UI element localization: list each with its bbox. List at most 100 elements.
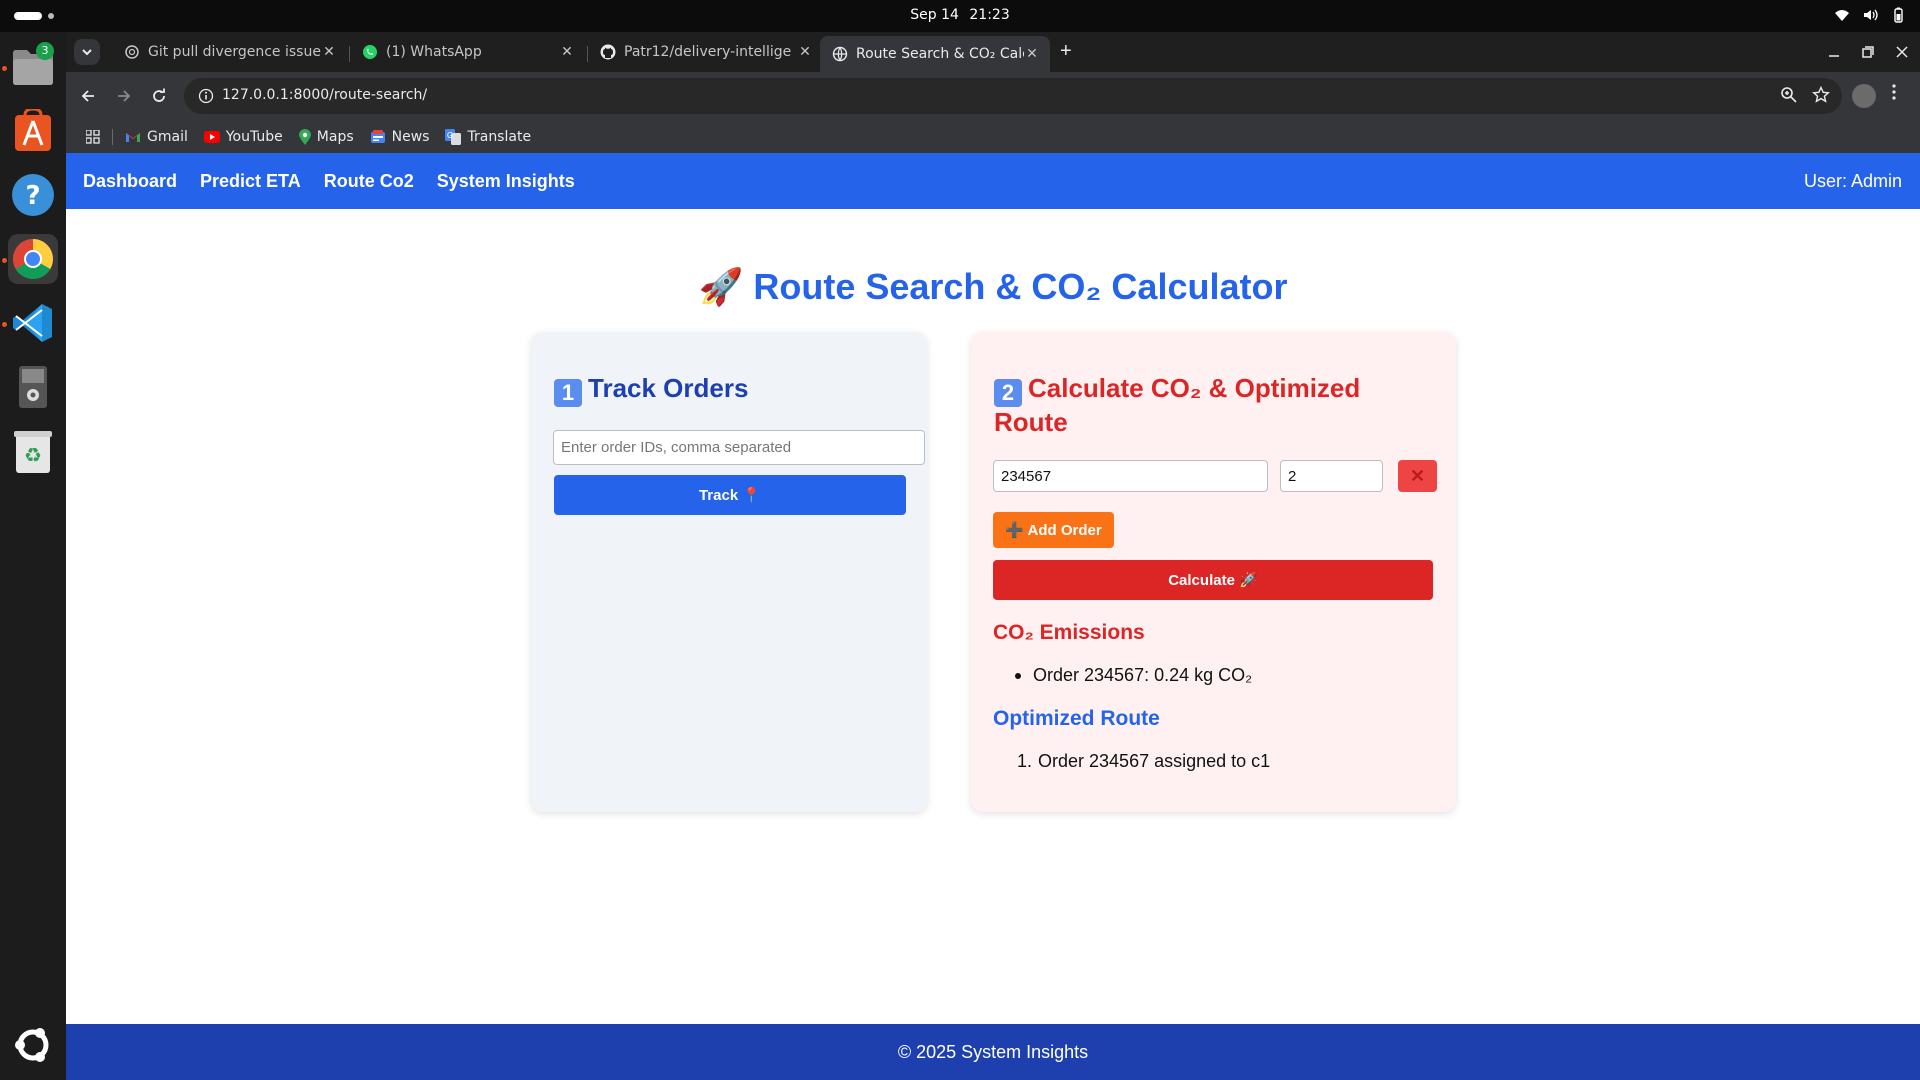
profile-avatar[interactable] [1852, 84, 1876, 108]
system-tray[interactable] [1834, 7, 1906, 23]
nav-link-route-co2[interactable]: Route Co2 [324, 171, 414, 192]
calculate-button[interactable]: Calculate 🚀 [993, 560, 1433, 600]
help-icon[interactable]: ? [8, 170, 58, 220]
order-ids-input[interactable]: Enter order IDs, comma separated [553, 430, 925, 465]
translate-icon: G [445, 128, 462, 145]
co2-emissions-heading: CO₂ Emissions [993, 621, 1145, 644]
route-step-text: Order 234567 assigned to c1 [1038, 751, 1271, 771]
tab-search-button[interactable] [74, 39, 100, 65]
tab-git-pull[interactable]: Git pull divergence issue ✕ [112, 36, 347, 68]
close-icon[interactable]: ✕ [559, 44, 575, 60]
calculate-title: Calculate CO₂ & Optimized Route [994, 373, 1361, 437]
bookmark-label: Gmail [147, 128, 188, 145]
site-info-icon[interactable] [198, 88, 214, 104]
add-order-button[interactable]: ➕ Add Order [993, 512, 1114, 548]
emission-text: Order 234567: 0.24 kg CO₂ [1033, 665, 1253, 685]
bookmark-label: YouTube [225, 128, 283, 145]
clock-time: 21:23 [969, 7, 1010, 23]
trash-icon[interactable]: ♻ [8, 426, 58, 476]
reload-button[interactable] [147, 84, 171, 108]
bookmark-separator [112, 128, 113, 145]
battery-icon [1894, 7, 1903, 23]
chevron-down-icon [82, 49, 92, 56]
nav-link-predict-eta[interactable]: Predict ETA [200, 171, 301, 192]
bookmark-youtube[interactable]: YouTube [196, 124, 291, 150]
calculate-co2-card: 2 Calculate CO₂ & Optimized Route 234567 … [971, 332, 1456, 812]
remove-order-button[interactable]: ✕ [1398, 460, 1437, 492]
clock-date: Sep 14 [910, 7, 959, 23]
drive-icon[interactable] [8, 362, 58, 412]
page-footer: © 2025 System Insights [66, 1024, 1920, 1080]
wifi-icon [1835, 10, 1849, 21]
emission-item: Order 234567: 0.24 kg CO₂ [1015, 665, 1252, 686]
app-center-icon[interactable] [8, 106, 58, 156]
page-content: Dashboard Predict ETA Route Co2 System I… [66, 153, 1920, 1080]
number-two-icon: 2 [994, 379, 1022, 407]
app-navbar: Dashboard Predict ETA Route Co2 System I… [66, 153, 1920, 209]
bookmark-label: Maps [316, 128, 354, 145]
chrome-icon[interactable] [8, 234, 58, 284]
zoom-icon[interactable] [1780, 86, 1798, 104]
bookmark-star-icon[interactable] [1812, 86, 1830, 104]
route-step-number: 1. [1017, 751, 1033, 771]
url-text: 127.0.0.1:8000/route-search/ [222, 87, 428, 103]
close-icon[interactable]: ✕ [321, 44, 337, 60]
tab-github[interactable]: Patr12/delivery-intellige ✕ [588, 36, 823, 68]
nav-link-system-insights[interactable]: System Insights [437, 171, 575, 192]
new-tab-button[interactable]: + [1060, 40, 1072, 63]
svg-text:G: G [447, 131, 453, 140]
arrow-right-icon [118, 90, 131, 102]
globe-icon [832, 46, 848, 62]
show-apps-icon[interactable] [8, 1020, 58, 1070]
bookmark-maps[interactable]: Maps [291, 124, 362, 150]
running-indicator [2, 258, 7, 263]
close-icon[interactable]: ✕ [797, 44, 813, 60]
forward-button[interactable] [112, 84, 136, 108]
tab-title: (1) WhatsApp [386, 44, 482, 60]
apps-button[interactable] [78, 124, 108, 150]
order-id-field[interactable]: 234567 [993, 460, 1268, 492]
files-icon[interactable]: 3 [8, 42, 58, 92]
minimize-icon[interactable] [1828, 46, 1840, 58]
bookmarks-bar: Gmail YouTube Maps News G Translate [66, 120, 1920, 153]
bookmark-translate[interactable]: G Translate [437, 124, 539, 150]
tab-route-search[interactable]: Route Search & CO₂ Calc ✕ [820, 36, 1050, 72]
tab-title: Route Search & CO₂ Calc [856, 46, 1024, 62]
news-icon [370, 129, 385, 143]
whatsapp-icon [363, 45, 377, 59]
address-bar[interactable]: 127.0.0.1:8000/route-search/ [184, 78, 1842, 114]
svg-text:♻: ♻ [24, 443, 42, 467]
browser-window: Git pull divergence issue ✕ (1) WhatsApp… [66, 32, 1920, 153]
tab-whatsapp[interactable]: (1) WhatsApp ✕ [350, 36, 585, 68]
bookmark-label: Translate [467, 128, 532, 145]
page-title: 🚀 Route Search & CO₂ Calculator [698, 266, 1288, 307]
files-badge: 3 [36, 42, 54, 60]
vscode-icon[interactable] [8, 298, 58, 348]
reload-icon [153, 88, 165, 102]
svg-text:?: ? [25, 181, 40, 211]
back-button[interactable] [76, 84, 100, 108]
number-one-icon: 1 [554, 379, 582, 407]
track-orders-title: Track Orders [588, 373, 749, 403]
browser-toolbar: 127.0.0.1:8000/route-search/ [66, 72, 1920, 120]
bookmark-gmail[interactable]: Gmail [117, 124, 196, 150]
quantity-field[interactable]: 2 [1280, 460, 1383, 492]
maps-icon [298, 128, 311, 145]
close-icon[interactable]: ✕ [1024, 46, 1040, 62]
clock[interactable]: Sep 14 21:23 [0, 7, 1920, 23]
bookmark-news[interactable]: News [362, 124, 438, 150]
restore-icon[interactable] [1862, 46, 1874, 58]
optimized-route-heading: Optimized Route [993, 707, 1160, 730]
tab-title: Patr12/delivery-intellige [624, 44, 792, 60]
github-icon [600, 44, 616, 60]
arrow-left-icon [81, 90, 94, 102]
youtube-icon [203, 130, 220, 143]
track-orders-card: 1 Track Orders Enter order IDs, comma sep… [531, 332, 927, 812]
nav-link-dashboard[interactable]: Dashboard [83, 171, 177, 192]
menu-icon[interactable] [1892, 84, 1896, 105]
dock: 3 ? ♻ [0, 32, 66, 1080]
track-button[interactable]: Track 📍 [554, 475, 906, 515]
track-orders-heading: 1 Track Orders [554, 373, 748, 407]
chatgpt-icon [125, 45, 139, 59]
close-window-icon[interactable] [1896, 46, 1908, 58]
